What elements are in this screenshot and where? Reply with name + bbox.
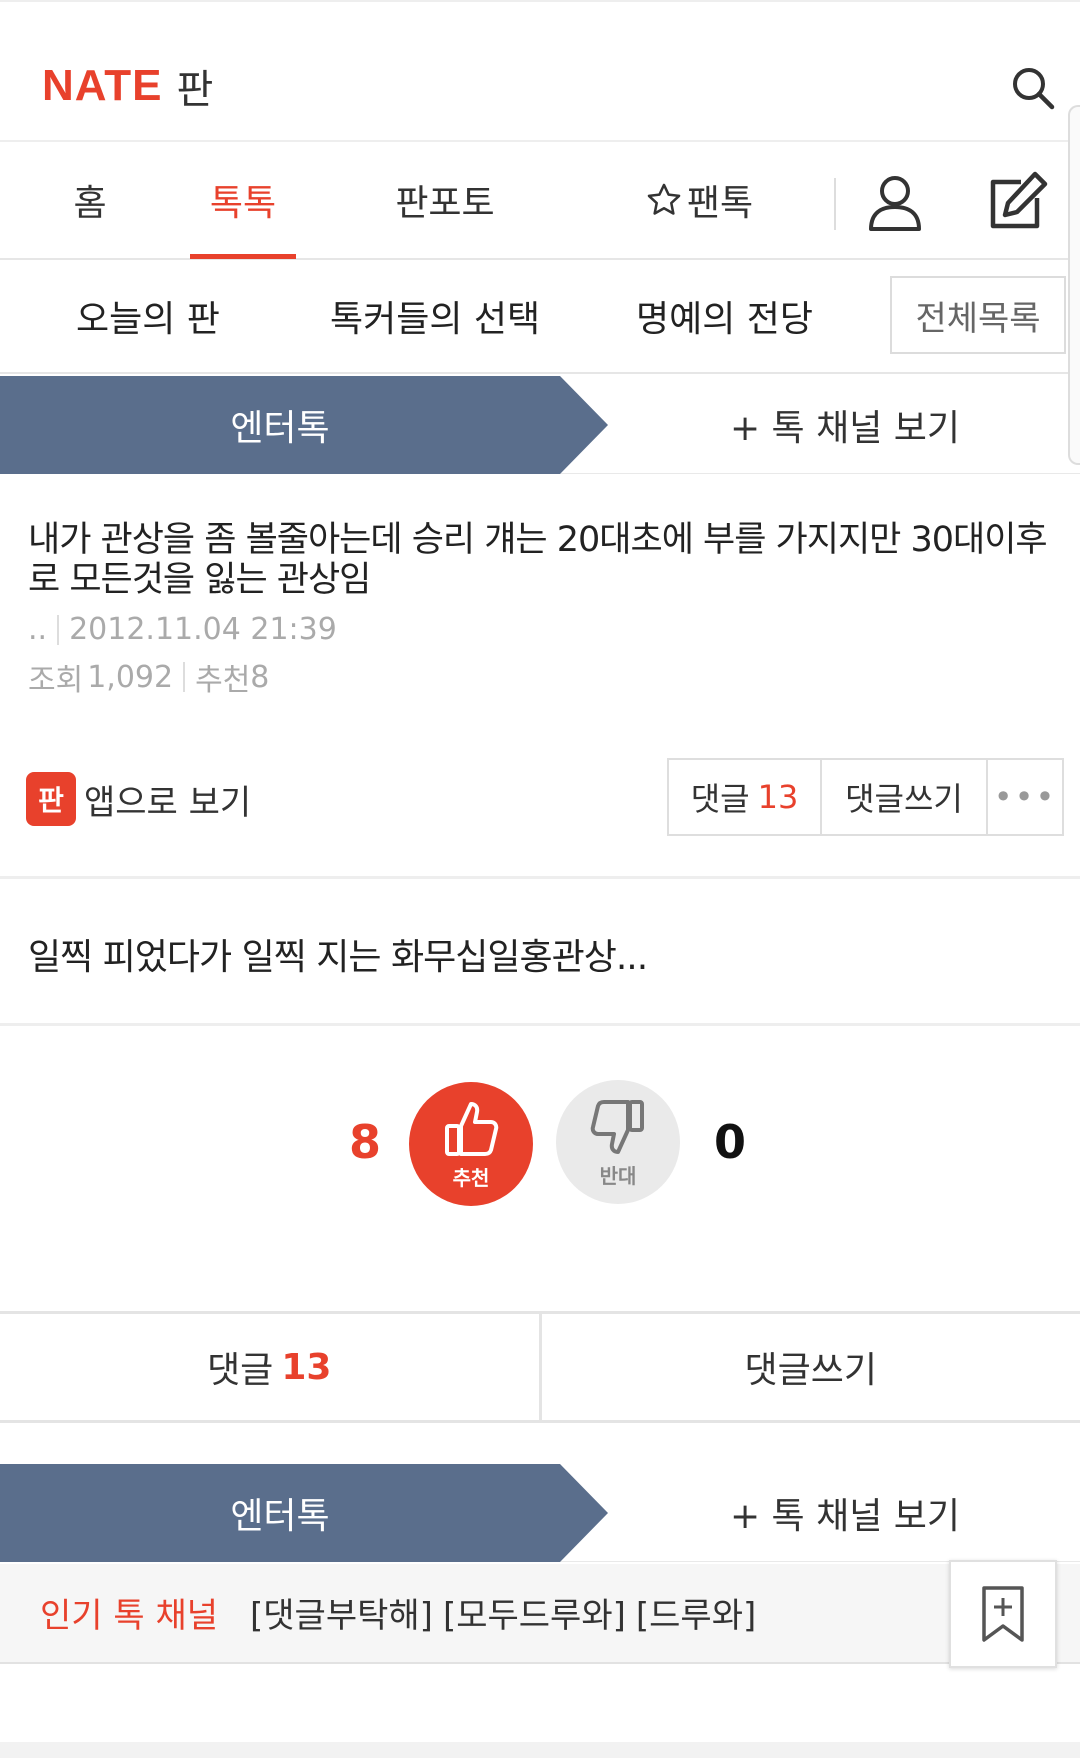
- bookmark-add-icon: [982, 1586, 1024, 1642]
- search-button[interactable]: [1003, 58, 1063, 118]
- section-divider: [0, 876, 1080, 879]
- upvote-count: 8: [348, 1115, 381, 1169]
- tab-home-label: 홈: [73, 183, 107, 224]
- channel-bar: 엔터톡 + 톡 채널 보기: [0, 376, 1080, 474]
- article-datetime: 2012.11.04 21:39: [69, 612, 337, 647]
- channel-name[interactable]: 엔터톡: [0, 1464, 560, 1562]
- article-author[interactable]: ..: [28, 612, 47, 647]
- subnav-today[interactable]: 오늘의 판: [76, 260, 220, 372]
- views-count: 1,092: [87, 659, 174, 695]
- nav-divider: [834, 178, 836, 230]
- edge-panel-handle[interactable]: [1068, 105, 1080, 465]
- popular-channels-label: 인기 톡 채널: [40, 1596, 219, 1636]
- upvote-button[interactable]: 추천: [409, 1082, 533, 1206]
- nate-pann-logo[interactable]: NATE 판: [42, 58, 213, 114]
- pann-app-icon: 판: [26, 772, 76, 826]
- open-in-app-label: 앱으로 보기: [84, 782, 252, 823]
- more-channels-link[interactable]: + 톡 채널 보기: [610, 1464, 1080, 1562]
- tab-fantok[interactable]: 팬톡: [624, 142, 774, 258]
- tab-fantok-label: 팬톡: [686, 183, 754, 224]
- article-body: 일찍 피었다가 일찍 지는 화무십일홍관상...: [28, 937, 648, 978]
- all-list-label: 전체목록: [915, 298, 1041, 339]
- popular-channel-link[interactable]: [드루와]: [636, 1588, 756, 1637]
- article-action-group: 댓글 13 댓글쓰기 •••: [667, 758, 1064, 836]
- subnav-talkers-choice[interactable]: 톡커들의 선택: [330, 260, 540, 372]
- popular-channel-link[interactable]: [댓글부탁해]: [250, 1588, 433, 1637]
- open-in-app-button[interactable]: 판 앱으로 보기: [26, 772, 251, 826]
- tab-toktok-label: 톡톡: [209, 183, 277, 224]
- edit-icon: [990, 171, 1048, 229]
- downvote-count: 0: [713, 1115, 746, 1169]
- section-divider: [0, 1023, 1080, 1026]
- comments-button[interactable]: 댓글 13: [669, 760, 822, 834]
- more-options-button[interactable]: •••: [988, 760, 1062, 834]
- bottom-write-comment-button[interactable]: 댓글쓰기: [542, 1314, 1080, 1420]
- comments-count: 13: [757, 778, 799, 816]
- tab-toktok[interactable]: 톡톡: [180, 142, 306, 258]
- more-dots-icon: •••: [993, 778, 1057, 816]
- all-list-button[interactable]: 전체목록: [890, 276, 1066, 354]
- more-channels-link[interactable]: + 톡 채널 보기: [610, 376, 1080, 474]
- profile-button[interactable]: [862, 168, 928, 238]
- article-meta-stats: 조회 1,092 추천 8: [28, 655, 269, 699]
- popular-channels-list: [댓글부탁해] [모두드루와] [드루와]: [250, 1588, 756, 1637]
- bottom-write-comment-label: 댓글쓰기: [744, 1350, 877, 1391]
- comment-bar: 댓글 13 댓글쓰기: [0, 1311, 1080, 1423]
- footer-band: [0, 1742, 1080, 1758]
- user-icon: [869, 176, 921, 231]
- thumbs-down-icon: [590, 1099, 644, 1154]
- recommend-label: 추천: [195, 663, 251, 698]
- comments-label: 댓글: [690, 780, 750, 818]
- tab-panphoto-label: 판포토: [395, 183, 495, 224]
- article-title: 내가 관상을 좀 볼줄아는데 승리 걔는 20대초에 부를 가지지만 30대이후…: [28, 520, 1048, 600]
- subnav-hall-of-fame-label: 명예의 전당: [636, 299, 814, 340]
- downvote-label: 반대: [599, 1163, 637, 1188]
- subnav-talkers-choice-label: 톡커들의 선택: [330, 299, 541, 340]
- recommend-count: 8: [250, 659, 270, 695]
- star-icon: [647, 183, 681, 215]
- downvote-button[interactable]: 반대: [556, 1080, 680, 1204]
- meta-separator: [183, 662, 186, 692]
- bottom-comments-button[interactable]: 댓글 13: [0, 1314, 542, 1420]
- bottom-comments-label: 댓글: [207, 1350, 274, 1391]
- write-post-button[interactable]: [982, 166, 1052, 238]
- subnav-today-label: 오늘의 판: [76, 299, 220, 340]
- search-icon: [1013, 68, 1055, 110]
- tab-home[interactable]: 홈: [40, 142, 140, 258]
- logo-brand: NATE: [42, 61, 163, 110]
- channel-bar-bottom: 엔터톡 + 톡 채널 보기: [0, 1464, 1080, 1562]
- thumbs-up-icon: [445, 1101, 499, 1156]
- write-comment-button[interactable]: 댓글쓰기: [822, 760, 988, 834]
- subnav-hall-of-fame[interactable]: 명예의 전당: [636, 260, 813, 372]
- logo-service: 판: [176, 67, 214, 113]
- tab-panphoto[interactable]: 판포토: [370, 142, 520, 258]
- meta-separator: [57, 614, 60, 645]
- channel-name[interactable]: 엔터톡: [0, 376, 560, 474]
- popular-channel-link[interactable]: [모두드루와]: [443, 1588, 626, 1637]
- write-comment-label: 댓글쓰기: [845, 780, 963, 818]
- article-meta-author-date: .. 2012.11.04 21:39: [28, 612, 337, 647]
- upvote-label: 추천: [452, 1165, 490, 1190]
- bookmark-button[interactable]: [949, 1560, 1057, 1668]
- views-label: 조회: [28, 663, 84, 698]
- bottom-comments-count: 13: [281, 1346, 332, 1388]
- active-tab-indicator: [190, 254, 296, 259]
